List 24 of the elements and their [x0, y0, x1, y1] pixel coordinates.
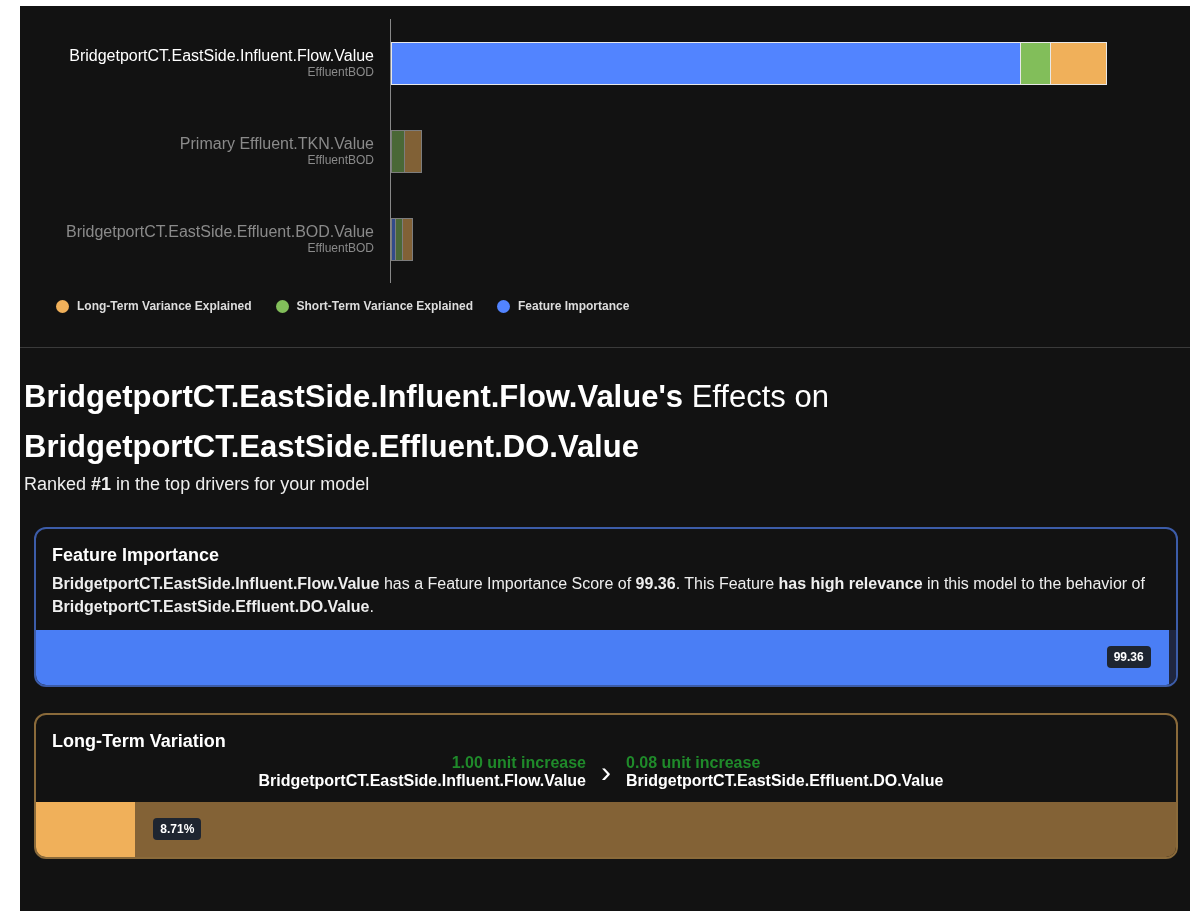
bar-segment[interactable] [1021, 41, 1051, 85]
bar-sublabel: EffluentBOD [306, 65, 374, 79]
bar-label[interactable]: BridgetportCT.EastSide.Effluent.BOD.Value [66, 223, 374, 241]
bar-sublabel: EffluentBOD [306, 241, 374, 255]
bar-label[interactable]: BridgetportCT.EastSide.Influent.Flow.Value [69, 47, 374, 65]
variable-name: BridgetportCT.EastSide.Effluent.DO.Value [626, 772, 944, 790]
change-text: 0.08 unit increase [626, 754, 761, 772]
rank-text: Ranked #1 in the top drivers for your model [24, 474, 371, 495]
legend-label: Feature Importance [518, 299, 630, 313]
bar-label[interactable]: Primary Effluent.TKN.Value [179, 135, 374, 153]
card-title: Long-Term Variation [52, 731, 227, 752]
bar-sublabel: EffluentBOD [306, 153, 374, 167]
card-title: Feature Importance [52, 545, 221, 566]
chevron-icon: › [586, 757, 626, 787]
legend-label: Short-Term Variance Explained [296, 299, 473, 313]
bar-segment[interactable] [391, 41, 1021, 85]
variable-name: BridgetportCT.EastSide.Influent.Flow.Value [258, 772, 586, 790]
page-heading: BridgetportCT.EastSide.Influent.Flow.Value's Effects on BridgetportCT.EastSide.Effluent.DO.Value [24, 378, 830, 466]
change-text: 1.00 unit increase [451, 754, 586, 772]
bar-segment[interactable] [1051, 41, 1107, 85]
card-description: BridgetportCT.EastSide.Influent.Flow.Value has a Feature Importance Score of 99.36. This Feature has high relevance in this model to the behavior of BridgetportCT.EastSide.Effluent.DO.Value. [52, 574, 1146, 617]
value-badge: 8.71% [153, 818, 202, 840]
legend-label: Long-Term Variance Explained [77, 299, 252, 313]
value-badge: 99.36 [1106, 646, 1151, 668]
